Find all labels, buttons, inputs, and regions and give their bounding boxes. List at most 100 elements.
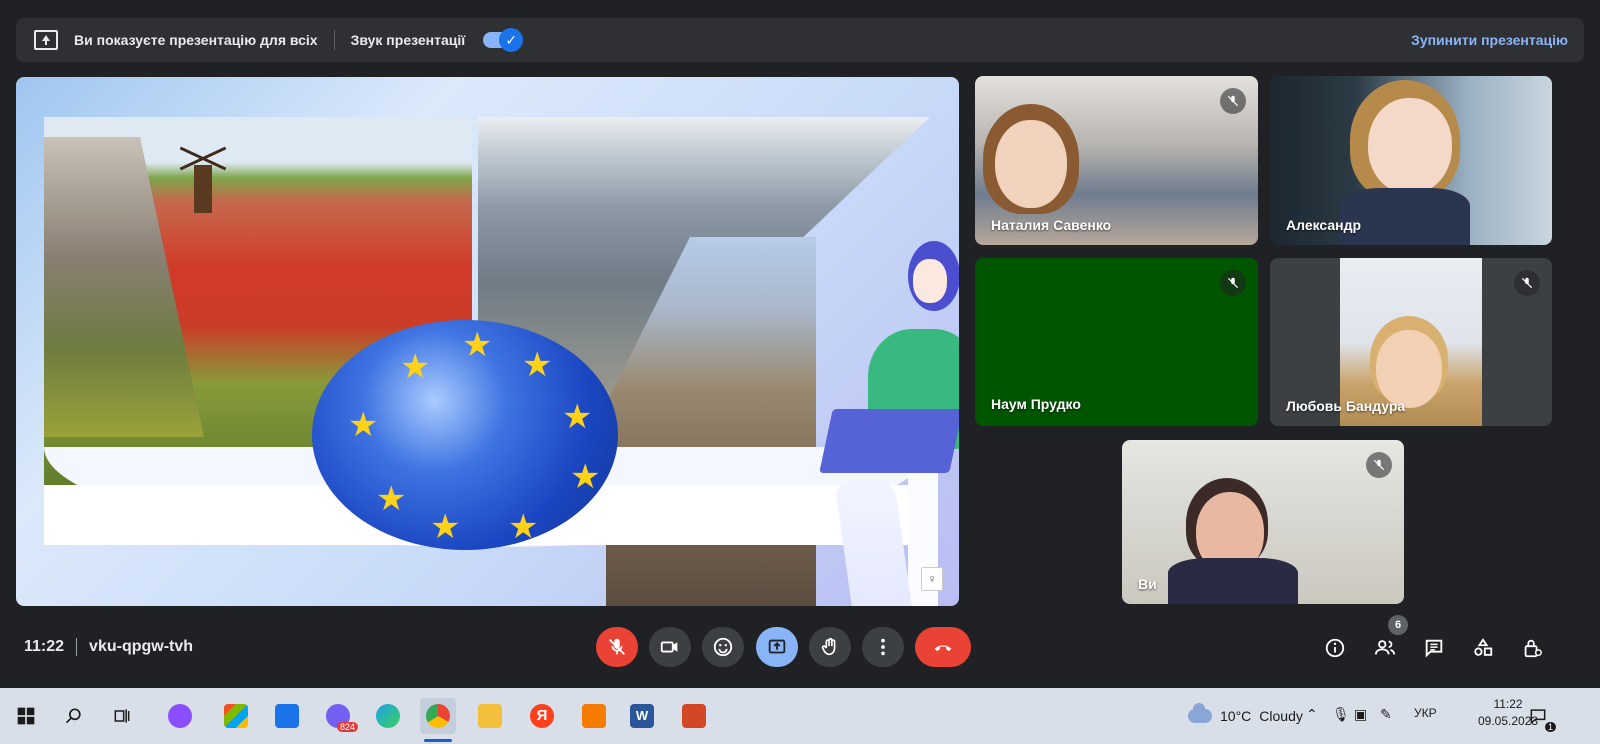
taskbar-app-explorer[interactable]: [472, 698, 508, 734]
meeting-info: 11:22 vku-qpgw-tvh: [24, 638, 193, 656]
face-graphic: [913, 259, 947, 303]
host-controls-button[interactable]: [1517, 634, 1547, 662]
shapes-icon: [1474, 638, 1493, 656]
cloud-icon: [1188, 703, 1212, 723]
star-icon: ★: [570, 458, 601, 496]
meeting-code[interactable]: vku-qpgw-tvh: [89, 638, 193, 656]
taskbar-app-mail[interactable]: [269, 698, 305, 734]
task-view-button[interactable]: [104, 698, 140, 734]
present-screen-icon: [34, 30, 58, 50]
camera-icon: [660, 641, 678, 653]
participant-name: Александр: [1286, 217, 1362, 233]
star-icon: ★: [562, 398, 593, 436]
taskbar-app-edge[interactable]: [370, 698, 406, 734]
store-icon: [224, 704, 248, 728]
leave-call-button[interactable]: [915, 627, 971, 667]
self-view-tile[interactable]: Ви: [1122, 440, 1404, 604]
notifications-button[interactable]: 1: [1520, 698, 1556, 734]
language-indicator[interactable]: УКР: [1414, 706, 1437, 720]
taskbar-app-orange[interactable]: [576, 698, 612, 734]
star-icon: ★: [400, 348, 431, 386]
face-graphic: [1368, 98, 1452, 194]
search-button[interactable]: [56, 698, 92, 734]
info-icon: [1325, 638, 1345, 658]
star-icon: ★: [430, 508, 461, 546]
face-graphic: [995, 120, 1067, 208]
star-icon: ★: [522, 346, 553, 384]
eu-globe-graphic: ★ ★ ★ ★ ★ ★ ★ ★ ★: [312, 320, 618, 550]
taskbar-app-alice[interactable]: [162, 698, 198, 734]
divider: [333, 30, 335, 50]
people-button[interactable]: [1370, 634, 1400, 662]
lock-person-icon: [1524, 639, 1542, 658]
folder-icon: [478, 704, 502, 728]
participant-name: Ви: [1138, 576, 1157, 592]
clothing-graphic: [1168, 558, 1298, 604]
reactions-button[interactable]: [702, 627, 744, 667]
mic-off-icon: [609, 638, 625, 655]
presentation-sound-toggle[interactable]: ✓: [483, 28, 524, 52]
taskbar-app-store[interactable]: [218, 698, 254, 734]
weather-condition: Cloudy: [1259, 708, 1303, 724]
laptop-graphic: [819, 409, 959, 473]
mic-off-icon: [1220, 88, 1246, 114]
camera-toggle-button[interactable]: [649, 627, 691, 667]
more-vert-icon: [881, 638, 885, 656]
emoji-icon: [713, 637, 733, 657]
more-options-button[interactable]: [862, 627, 904, 667]
mic-off-icon: [1366, 452, 1392, 478]
village-graphic: [44, 137, 204, 437]
windows-taskbar: 824 Я W 10°C Cloudy ⌃ 🎙 ▣ ✎ УКР 11:22 09…: [0, 688, 1600, 744]
powerpoint-icon: [682, 704, 706, 728]
people-icon: [1374, 640, 1396, 655]
chat-button[interactable]: [1419, 634, 1449, 662]
slide-logo-badge: ♀: [921, 567, 943, 591]
windows-icon: [17, 707, 35, 725]
mic-toggle-button[interactable]: [596, 627, 638, 667]
taskbar-app-viber[interactable]: 824: [320, 698, 358, 734]
participant-name: Любовь Бандура: [1286, 398, 1406, 414]
participant-tile[interactable]: Наум Прудко: [975, 258, 1258, 426]
presenting-text: Ви показуєте презентацію для всіх: [74, 32, 318, 48]
participant-count-badge: 6: [1388, 615, 1408, 635]
weather-widget[interactable]: 10°C Cloudy: [1188, 703, 1303, 724]
notification-count: 1: [1544, 722, 1556, 732]
app-icon: [582, 704, 606, 728]
participant-name: Наум Прудко: [991, 396, 1081, 412]
star-icon: ★: [508, 508, 539, 546]
raise-hand-icon: [821, 637, 836, 656]
taskbar-app-chrome[interactable]: [420, 698, 456, 742]
alice-icon: [168, 704, 192, 728]
activities-button[interactable]: [1468, 634, 1498, 662]
present-now-button[interactable]: [756, 627, 798, 667]
chrome-icon: [426, 704, 450, 728]
microphone-icon[interactable]: 🎙: [1332, 706, 1350, 723]
participant-tile[interactable]: Любовь Бандура: [1270, 258, 1552, 426]
taskbar-app-powerpoint[interactable]: [676, 698, 712, 734]
mic-off-icon: [1514, 270, 1540, 296]
participant-tile[interactable]: Наталия Савенко: [975, 76, 1258, 245]
participant-name: Наталия Савенко: [991, 217, 1112, 233]
chevron-up-icon[interactable]: ⌃: [1306, 706, 1318, 723]
mic-off-icon: [1220, 270, 1246, 296]
active-indicator: [424, 739, 452, 742]
divider: [76, 638, 78, 656]
stop-presenting-button[interactable]: Зупинити презентацію: [1411, 32, 1568, 48]
present-icon: [768, 639, 786, 654]
taskbar-app-word[interactable]: W: [624, 698, 660, 734]
viber-badge: 824: [336, 722, 358, 732]
meeting-details-button[interactable]: [1320, 634, 1350, 662]
taskbar-app-yandex[interactable]: Я: [524, 698, 560, 734]
task-view-icon: [114, 709, 130, 723]
raise-hand-button[interactable]: [809, 627, 851, 667]
mail-icon: [275, 704, 299, 728]
pen-icon[interactable]: ✎: [1380, 706, 1392, 723]
chat-icon: [1425, 639, 1443, 658]
start-button[interactable]: [8, 698, 44, 734]
search-icon: [65, 708, 81, 724]
windmill-graphic: [194, 165, 212, 213]
face-graphic: [1376, 330, 1442, 408]
participant-tile[interactable]: Александр: [1270, 76, 1552, 245]
network-icon[interactable]: ▣: [1354, 706, 1367, 723]
star-icon: ★: [348, 406, 379, 444]
